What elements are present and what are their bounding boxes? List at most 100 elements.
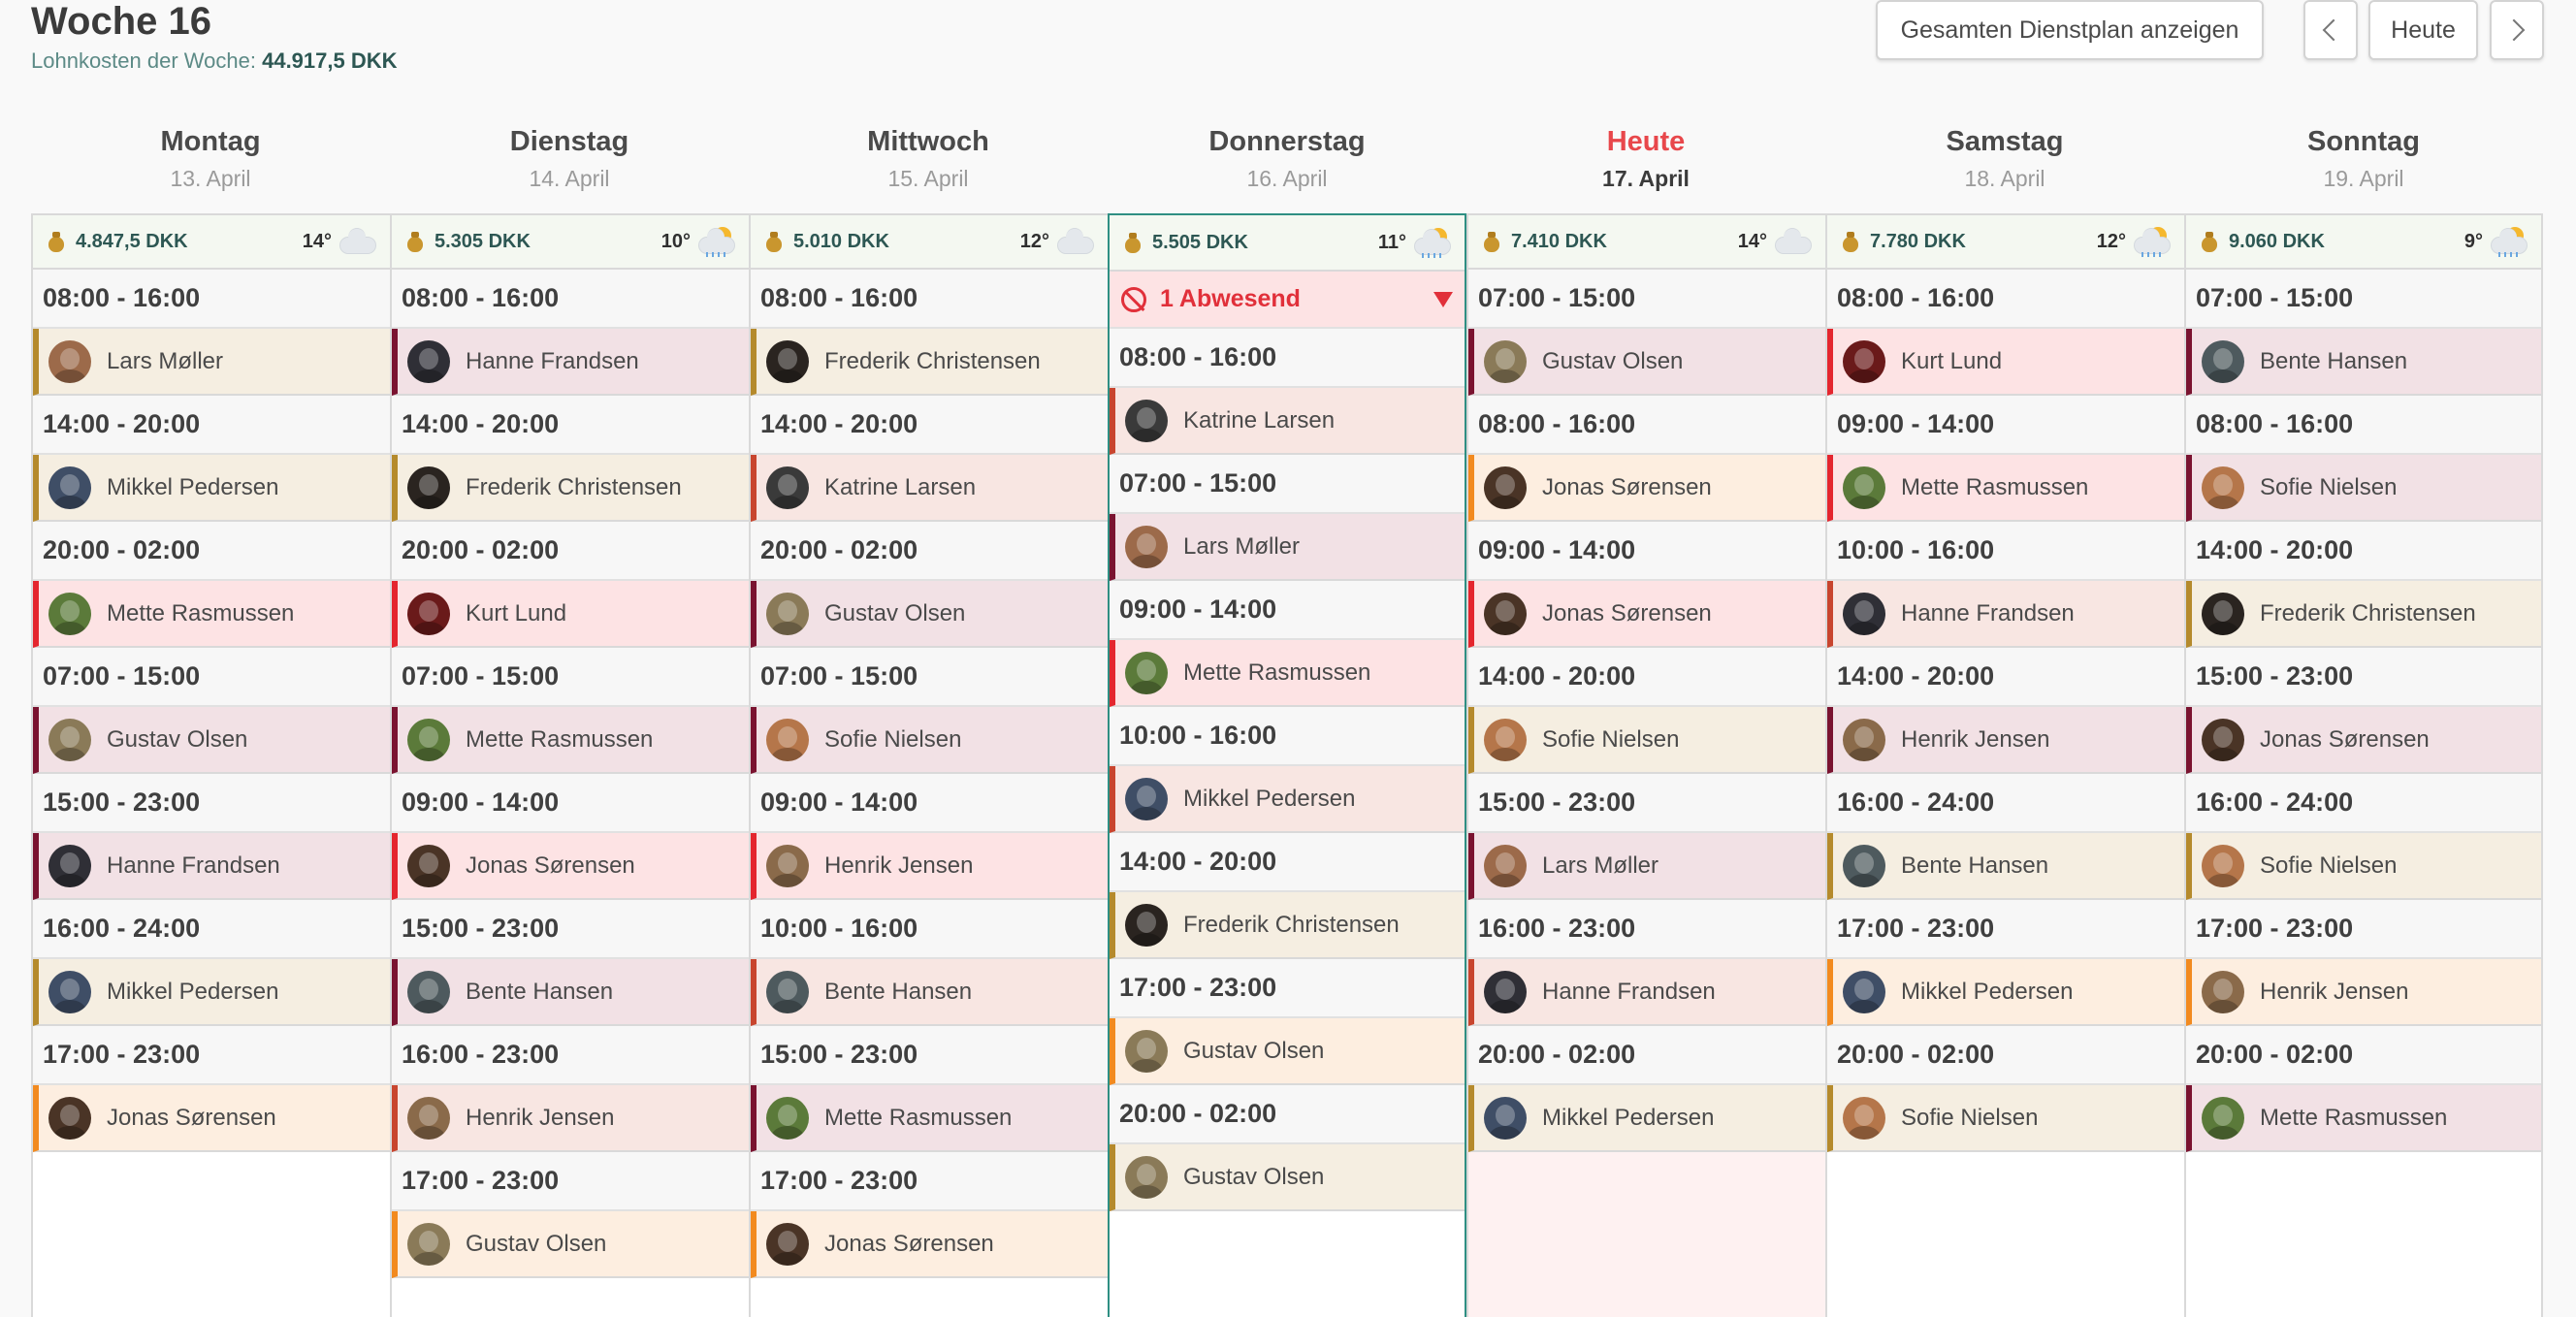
shift-time[interactable]: 15:00 - 23:00 [33,774,390,833]
previous-week-button[interactable] [2303,0,2358,60]
shift-employee[interactable]: Bente Hansen [1827,833,2184,900]
shift-time[interactable]: 16:00 - 23:00 [1468,900,1825,959]
shift-employee[interactable]: Mette Rasmussen [33,581,390,648]
shift-employee[interactable]: Bente Hansen [751,959,1108,1026]
shift-time[interactable]: 14:00 - 20:00 [33,396,390,455]
shift-time[interactable]: 10:00 - 16:00 [1827,522,2184,581]
shift-time[interactable]: 09:00 - 14:00 [392,774,749,833]
shift-employee[interactable]: Lars Møller [1110,514,1465,581]
shift-employee[interactable]: Gustav Olsen [392,1211,749,1278]
shift-employee[interactable]: Lars Møller [1468,833,1825,900]
day-header[interactable]: Samstag 18. April [1825,114,2184,213]
day-header[interactable]: Sonntag 19. April [2184,114,2543,213]
shift-employee[interactable]: Sofie Nielsen [1468,707,1825,774]
shift-time[interactable]: 20:00 - 02:00 [33,522,390,581]
next-week-button[interactable] [2490,0,2544,60]
shift-employee[interactable]: Hanne Frandsen [33,833,390,900]
shift-time[interactable]: 20:00 - 02:00 [1468,1026,1825,1085]
shift-time[interactable]: 17:00 - 23:00 [1110,959,1465,1018]
shift-employee[interactable]: Sofie Nielsen [751,707,1108,774]
shift-time[interactable]: 09:00 - 14:00 [751,774,1108,833]
shift-employee[interactable]: Sofie Nielsen [1827,1085,2184,1152]
shift-time[interactable]: 17:00 - 23:00 [2186,900,2541,959]
shift-time[interactable]: 16:00 - 24:00 [1827,774,2184,833]
shift-employee[interactable]: Jonas Sørensen [1468,455,1825,522]
shift-employee[interactable]: Bente Hansen [2186,329,2541,396]
shift-time[interactable]: 08:00 - 16:00 [751,270,1108,329]
shift-time[interactable]: 14:00 - 20:00 [2186,522,2541,581]
shift-time[interactable]: 09:00 - 14:00 [1827,396,2184,455]
shift-employee[interactable]: Mikkel Pedersen [1468,1085,1825,1152]
show-full-roster-button[interactable]: Gesamten Dienstplan anzeigen [1876,0,2264,60]
day-header[interactable]: Donnerstag 16. April [1108,114,1466,213]
shift-time[interactable]: 07:00 - 15:00 [33,648,390,707]
shift-employee[interactable]: Mikkel Pedersen [33,959,390,1026]
shift-time[interactable]: 08:00 - 16:00 [1468,396,1825,455]
shift-employee[interactable]: Kurt Lund [1827,329,2184,396]
shift-time[interactable]: 07:00 - 15:00 [2186,270,2541,329]
shift-employee[interactable]: Katrine Larsen [751,455,1108,522]
shift-employee[interactable]: Jonas Sørensen [392,833,749,900]
shift-time[interactable]: 17:00 - 23:00 [751,1152,1108,1211]
shift-employee[interactable]: Mikkel Pedersen [33,455,390,522]
shift-time[interactable]: 17:00 - 23:00 [392,1152,749,1211]
shift-employee[interactable]: Kurt Lund [392,581,749,648]
shift-employee[interactable]: Mette Rasmussen [1827,455,2184,522]
shift-time[interactable]: 20:00 - 02:00 [1827,1026,2184,1085]
shift-employee[interactable]: Jonas Sørensen [33,1085,390,1152]
shift-time[interactable]: 10:00 - 16:00 [751,900,1108,959]
shift-employee[interactable]: Sofie Nielsen [2186,455,2541,522]
shift-employee[interactable]: Lars Møller [33,329,390,396]
shift-employee[interactable]: Henrik Jensen [1827,707,2184,774]
shift-employee[interactable]: Frederik Christensen [1110,892,1465,959]
shift-employee[interactable]: Mette Rasmussen [2186,1085,2541,1152]
shift-time[interactable]: 20:00 - 02:00 [1110,1085,1465,1144]
day-header[interactable]: Montag 13. April [31,114,390,213]
shift-employee[interactable]: Frederik Christensen [392,455,749,522]
shift-time[interactable]: 08:00 - 16:00 [1827,270,2184,329]
shift-time[interactable]: 17:00 - 23:00 [33,1026,390,1085]
shift-time[interactable]: 16:00 - 23:00 [392,1026,749,1085]
absence-toggle[interactable]: 1 Abwesend [1110,272,1465,329]
day-header[interactable]: Heute 17. April [1466,114,1825,213]
shift-time[interactable]: 15:00 - 23:00 [2186,648,2541,707]
shift-time[interactable]: 07:00 - 15:00 [1110,455,1465,514]
shift-employee[interactable]: Mikkel Pedersen [1827,959,2184,1026]
shift-time[interactable]: 07:00 - 15:00 [751,648,1108,707]
shift-time[interactable]: 20:00 - 02:00 [751,522,1108,581]
shift-employee[interactable]: Katrine Larsen [1110,388,1465,455]
shift-time[interactable]: 08:00 - 16:00 [1110,329,1465,388]
shift-employee[interactable]: Henrik Jensen [392,1085,749,1152]
shift-employee[interactable]: Mette Rasmussen [1110,640,1465,707]
shift-time[interactable]: 20:00 - 02:00 [2186,1026,2541,1085]
shift-time[interactable]: 09:00 - 14:00 [1468,522,1825,581]
shift-employee[interactable]: Gustav Olsen [1468,329,1825,396]
shift-time[interactable]: 07:00 - 15:00 [392,648,749,707]
shift-employee[interactable]: Mette Rasmussen [392,707,749,774]
shift-time[interactable]: 08:00 - 16:00 [2186,396,2541,455]
shift-time[interactable]: 09:00 - 14:00 [1110,581,1465,640]
shift-employee[interactable]: Mette Rasmussen [751,1085,1108,1152]
day-header[interactable]: Dienstag 14. April [390,114,749,213]
today-button[interactable]: Heute [2368,0,2478,60]
shift-time[interactable]: 16:00 - 24:00 [33,900,390,959]
shift-employee[interactable]: Jonas Sørensen [2186,707,2541,774]
shift-employee[interactable]: Sofie Nielsen [2186,833,2541,900]
shift-employee[interactable]: Jonas Sørensen [751,1211,1108,1278]
shift-time[interactable]: 07:00 - 15:00 [1468,270,1825,329]
day-header[interactable]: Mittwoch 15. April [749,114,1108,213]
shift-time[interactable]: 15:00 - 23:00 [392,900,749,959]
shift-employee[interactable]: Hanne Frandsen [1827,581,2184,648]
shift-employee[interactable]: Hanne Frandsen [1468,959,1825,1026]
shift-employee[interactable]: Henrik Jensen [751,833,1108,900]
shift-time[interactable]: 14:00 - 20:00 [1110,833,1465,892]
shift-time[interactable]: 17:00 - 23:00 [1827,900,2184,959]
shift-time[interactable]: 15:00 - 23:00 [1468,774,1825,833]
shift-employee[interactable]: Frederik Christensen [751,329,1108,396]
shift-time[interactable]: 14:00 - 20:00 [751,396,1108,455]
shift-time[interactable]: 08:00 - 16:00 [392,270,749,329]
shift-employee[interactable]: Gustav Olsen [751,581,1108,648]
shift-time[interactable]: 14:00 - 20:00 [1827,648,2184,707]
shift-employee[interactable]: Gustav Olsen [33,707,390,774]
shift-time[interactable]: 10:00 - 16:00 [1110,707,1465,766]
